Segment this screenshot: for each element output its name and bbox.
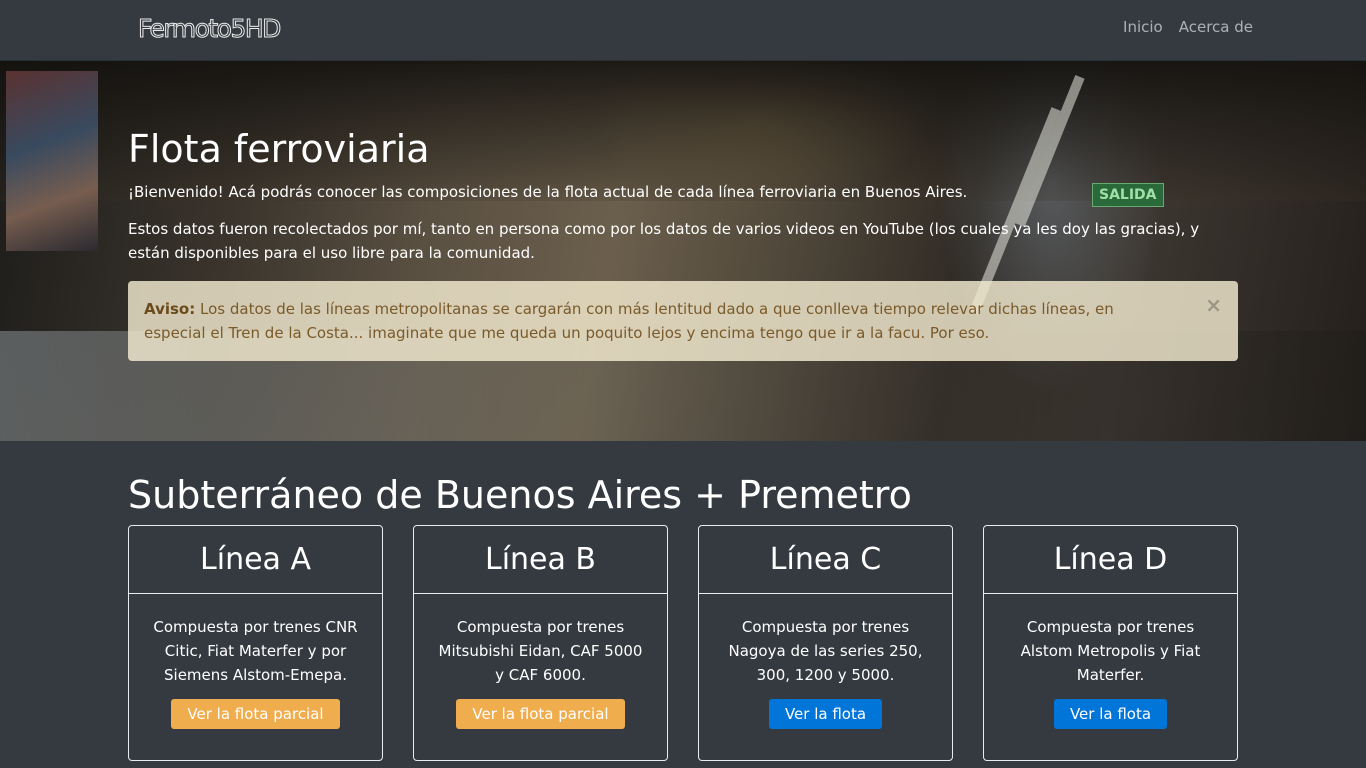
line-card-d: Línea D Compuesta por trenes Alstom Metr… [983, 525, 1238, 761]
nav-link-acerca-de[interactable]: Acerca de [1179, 18, 1253, 36]
view-fleet-button-d[interactable]: Ver la flota [1053, 699, 1168, 729]
alert-text: Los datos de las líneas metropolitanas s… [144, 300, 1114, 342]
view-fleet-button-b[interactable]: Ver la flota parcial [456, 699, 625, 729]
line-card-c: Línea C Compuesta por trenes Nagoya de l… [698, 525, 953, 761]
card-body: Compuesta por trenes Mitsubishi Eidan, C… [414, 594, 667, 760]
card-title: Línea B [414, 526, 667, 594]
navbar: Fermoto5HD Inicio Acerca de [0, 0, 1366, 61]
card-title: Línea A [129, 526, 382, 594]
section-title: Subterráneo de Buenos Aires + Premetro [128, 473, 912, 517]
hero-banner: SALIDA Flota ferroviaria ¡Bienvenido! Ac… [0, 61, 1366, 441]
card-text: Compuesta por trenes Alstom Metropolis y… [1020, 618, 1201, 684]
view-fleet-button-c[interactable]: Ver la flota [768, 699, 883, 729]
hero-description: Estos datos fueron recolectados por mí, … [128, 220, 1200, 262]
close-icon[interactable]: × [1205, 295, 1222, 315]
hero-lead-text: ¡Bienvenido! Acá podrás conocer las comp… [128, 183, 968, 201]
page-title: Flota ferroviaria [128, 127, 430, 171]
card-body: Compuesta por trenes Nagoya de las serie… [699, 594, 952, 760]
card-title: Línea C [699, 526, 952, 594]
card-body: Compuesta por trenes CNR Citic, Fiat Mat… [129, 594, 382, 760]
alert-label: Aviso: [144, 300, 196, 318]
card-body: Compuesta por trenes Alstom Metropolis y… [984, 594, 1237, 760]
card-text: Compuesta por trenes Mitsubishi Eidan, C… [438, 618, 643, 684]
warning-alert: Aviso: Los datos de las líneas metropoli… [128, 281, 1238, 361]
card-title: Línea D [984, 526, 1237, 594]
card-text: Compuesta por trenes CNR Citic, Fiat Mat… [153, 618, 358, 684]
line-card-a: Línea A Compuesta por trenes CNR Citic, … [128, 525, 383, 761]
brand-logo[interactable]: Fermoto5HD [138, 14, 282, 44]
card-text: Compuesta por trenes Nagoya de las serie… [728, 618, 923, 684]
view-fleet-button-a[interactable]: Ver la flota parcial [171, 699, 340, 729]
line-card-b: Línea B Compuesta por trenes Mitsubishi … [413, 525, 668, 761]
nav-link-inicio[interactable]: Inicio [1123, 18, 1163, 36]
nav-links: Inicio Acerca de [1123, 18, 1253, 36]
hero-mural-image [6, 71, 98, 251]
line-cards: Línea A Compuesta por trenes CNR Citic, … [128, 525, 1238, 761]
